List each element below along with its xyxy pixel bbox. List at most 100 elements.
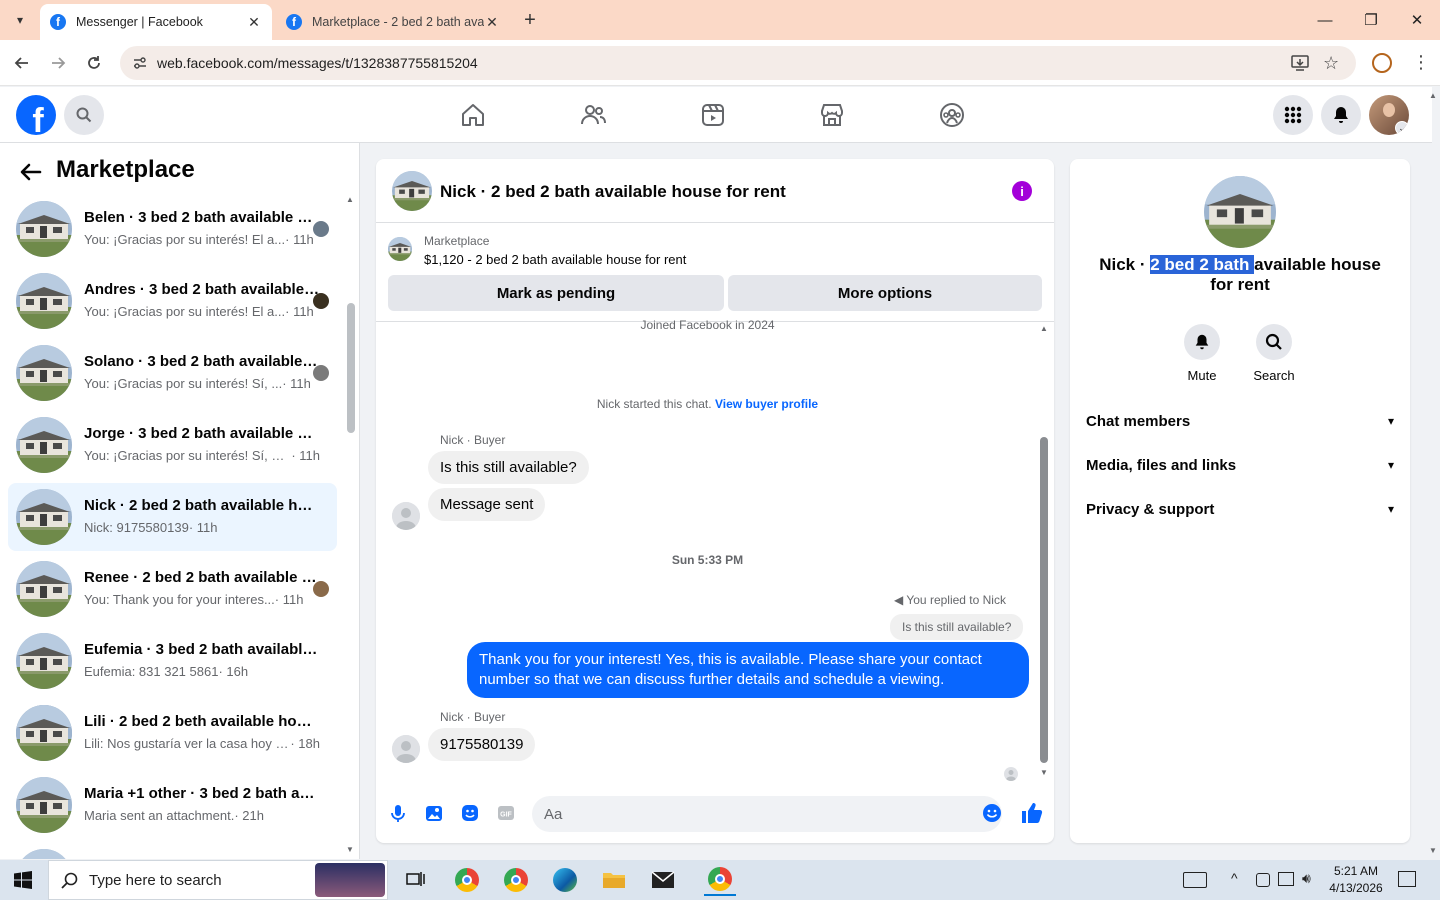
view-buyer-profile-link[interactable]: View buyer profile <box>715 397 818 411</box>
edge-icon[interactable] <box>549 864 581 896</box>
close-tab-icon[interactable]: ✕ <box>246 14 262 31</box>
profile-icon[interactable] <box>1372 53 1392 73</box>
home-nav-icon[interactable] <box>459 101 487 129</box>
task-view-icon[interactable] <box>400 864 432 896</box>
mute-button[interactable]: Mute <box>1167 324 1237 383</box>
marketplace-nav-icon[interactable] <box>818 101 846 129</box>
groups-nav-icon[interactable] <box>938 101 966 129</box>
media-files-links-row[interactable]: Media, files and links ▾ <box>1086 443 1394 487</box>
photo-icon[interactable] <box>424 803 444 823</box>
incoming-message[interactable]: Message sent <box>428 488 546 521</box>
notification-center-icon[interactable] <box>1398 871 1416 887</box>
page-scroll-down-arrow[interactable]: ▼ <box>1429 846 1437 855</box>
volume-icon[interactable]: 🔊︎ <box>1302 870 1311 887</box>
chat-profile-picture[interactable] <box>1204 176 1276 248</box>
conversation-item[interactable]: Jorge · 3 bed 2 bath available house for… <box>8 411 337 479</box>
chat-scrollbar[interactable] <box>1040 437 1048 763</box>
chat-avatar[interactable] <box>392 171 432 211</box>
maximize-button[interactable]: ❐ <box>1348 0 1394 40</box>
chrome-app-icon[interactable] <box>704 864 736 896</box>
back-button[interactable] <box>7 48 37 78</box>
sender-label: Nick · Buyer <box>440 710 506 724</box>
minimize-button[interactable]: — <box>1302 0 1348 40</box>
conversation-item[interactable]: Eufemia · 3 bed 2 bath available house f… <box>8 627 337 695</box>
new-tab-button[interactable]: + <box>518 8 542 32</box>
scroll-down-arrow[interactable]: ▼ <box>346 845 354 854</box>
incoming-message[interactable]: 9175580139 <box>428 728 536 761</box>
conversation-item[interactable]: Belen · 3 bed 2 bath available house for… <box>8 195 337 263</box>
keyboard-icon[interactable] <box>1183 872 1207 888</box>
video-nav-icon[interactable] <box>699 101 727 129</box>
tab-list-button[interactable]: ▾ <box>8 8 32 32</box>
file-explorer-icon[interactable] <box>598 864 630 896</box>
install-app-icon[interactable] <box>1290 54 1310 72</box>
facebook-logo[interactable]: f <box>16 95 56 135</box>
sender-avatar[interactable] <box>392 735 420 763</box>
account-avatar[interactable]: ⌄ <box>1369 95 1409 135</box>
conversation-item[interactable]: Renee · 2 bed 2 bath available house for… <box>8 555 337 623</box>
conversation-name: Solano · 3 bed 2 bath available house fo… <box>84 353 320 370</box>
chrome-icon[interactable] <box>451 864 483 896</box>
listing-title[interactable]: $1,120 - 2 bed 2 bath available house fo… <box>424 252 686 267</box>
chat-title[interactable]: Nick · 2 bed 2 bath available house for … <box>440 182 786 202</box>
microphone-icon[interactable] <box>388 803 408 823</box>
scroll-up-arrow[interactable]: ▲ <box>346 195 354 204</box>
windows-start-icon[interactable] <box>14 871 32 889</box>
mark-as-pending-button[interactable]: Mark as pending <box>388 275 724 311</box>
tab-messenger[interactable]: f Messenger | Facebook ✕ <box>40 4 272 40</box>
chat-members-row[interactable]: Chat members ▾ <box>1086 399 1394 443</box>
conversation-name: Lili · 2 bed 2 beth available house for … <box>84 713 320 730</box>
friends-nav-icon[interactable] <box>579 101 607 129</box>
back-arrow-icon <box>14 57 28 69</box>
emoji-icon[interactable] <box>982 803 1002 823</box>
privacy-support-row[interactable]: Privacy & support ▾ <box>1086 487 1394 531</box>
back-arrow-icon[interactable] <box>18 159 44 185</box>
notifications-button[interactable] <box>1321 95 1361 135</box>
network-icon[interactable] <box>1278 872 1294 886</box>
incoming-message[interactable]: Is this still available? <box>428 451 589 484</box>
conversation-item[interactable] <box>8 843 337 859</box>
outgoing-message[interactable]: Thank you for your interest! Yes, this i… <box>467 642 1029 698</box>
mail-icon[interactable] <box>647 864 679 896</box>
taskbar-search-field[interactable]: Type here to search <box>48 860 388 900</box>
url-field[interactable]: web.facebook.com/messages/t/132838775581… <box>120 46 1356 80</box>
forward-button[interactable] <box>43 48 73 78</box>
conversation-list-scrollbar[interactable] <box>347 303 355 433</box>
close-tab-icon[interactable]: ✕ <box>484 14 500 31</box>
conversation-item[interactable]: Solano · 3 bed 2 bath available house fo… <box>8 339 337 407</box>
conversation-item-selected[interactable]: Nick · 2 bed 2 bath available house for … <box>8 483 337 551</box>
info-icon[interactable]: i <box>1012 181 1032 201</box>
like-thumb-icon[interactable] <box>1020 801 1044 825</box>
meet-now-icon[interactable] <box>1256 873 1270 887</box>
conversation-item[interactable]: Lili · 2 bed 2 beth available house for … <box>8 699 337 767</box>
site-info-icon[interactable] <box>132 55 148 71</box>
sticker-icon[interactable] <box>460 803 480 823</box>
chrome-profile-icon[interactable] <box>500 864 532 896</box>
sender-avatar[interactable] <box>392 502 420 530</box>
conversation-preview: Eufemia: 831 321 5861 · 16h <box>84 664 249 679</box>
search-highlight-image[interactable] <box>315 863 385 897</box>
show-hidden-icons-chevron[interactable]: ^ <box>1231 870 1238 886</box>
participant-avatar <box>313 293 329 309</box>
conversation-name: Eufemia · 3 bed 2 bath available house f… <box>84 641 320 658</box>
more-options-button[interactable]: More options <box>728 275 1042 311</box>
scroll-up-arrow[interactable]: ▲ <box>1040 324 1048 333</box>
quoted-message[interactable]: Is this still available? <box>890 614 1024 640</box>
search-button[interactable] <box>64 95 104 135</box>
browser-menu-icon[interactable]: ⋮ <box>1412 52 1430 73</box>
message-input[interactable]: Aa <box>532 796 1002 832</box>
reload-button[interactable] <box>79 48 109 78</box>
conversation-item[interactable]: Andres · 3 bed 2 bath available house fo… <box>8 267 337 335</box>
listing-thumbnail[interactable] <box>388 237 412 261</box>
close-window-button[interactable]: ✕ <box>1394 0 1440 40</box>
bookmark-star-icon[interactable]: ☆ <box>1323 53 1339 74</box>
gif-icon[interactable]: GIF <box>496 803 516 823</box>
listing-thumbnail <box>16 273 72 329</box>
system-clock[interactable]: 5:21 AM 4/13/2026 <box>1322 863 1390 897</box>
menu-grid-button[interactable] <box>1273 95 1313 135</box>
search-in-conversation-button[interactable]: Search <box>1239 324 1309 383</box>
tab-marketplace[interactable]: f Marketplace - 2 bed 2 bath avai ✕ <box>276 4 510 40</box>
page-scroll-up-arrow[interactable]: ▲ <box>1429 91 1437 100</box>
conversation-item[interactable]: Maria +1 other · 3 bed 2 bath available … <box>8 771 337 839</box>
scroll-down-arrow[interactable]: ▼ <box>1040 768 1048 777</box>
